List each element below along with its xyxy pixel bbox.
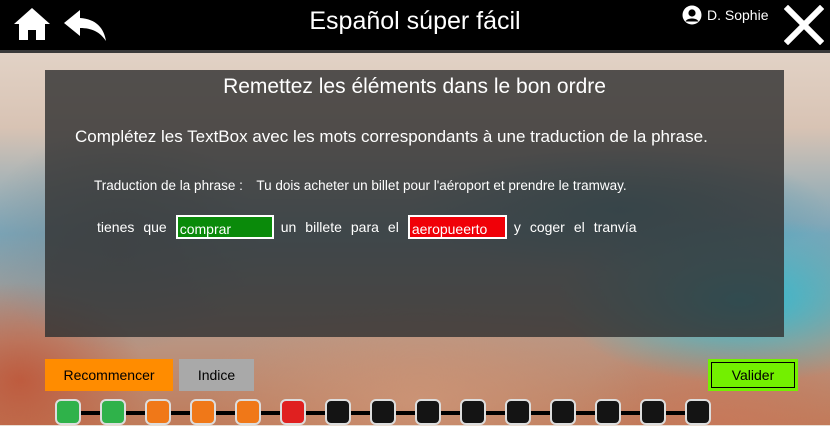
progress-step-pending — [460, 399, 486, 425]
progress-step-pending — [550, 399, 576, 425]
validate-button-label: Valider — [711, 362, 795, 388]
sentence-word: para — [350, 219, 379, 235]
restart-button[interactable]: Recommencer — [45, 359, 173, 391]
progress-step-partial — [235, 399, 261, 425]
sentence-word: y — [513, 219, 521, 235]
answer-input-correct[interactable] — [175, 215, 274, 239]
progress-track — [55, 398, 715, 426]
progress-step-pending — [505, 399, 531, 425]
progress-step-correct — [55, 399, 81, 425]
progress-step-pending — [595, 399, 621, 425]
close-icon[interactable] — [784, 5, 824, 45]
progress-step-correct — [100, 399, 126, 425]
hint-button[interactable]: Indice — [179, 359, 254, 391]
answer-input-incorrect[interactable] — [407, 215, 507, 239]
translation-row: Traduction de la phrase : Tu dois achete… — [94, 178, 627, 193]
user-area: D. Sophie — [682, 5, 768, 25]
instruction-text: Complétez les TextBox avec les mots corr… — [75, 127, 708, 146]
sentence-word: tranvía — [593, 219, 637, 235]
progress-step-partial — [190, 399, 216, 425]
progress-step-pending — [370, 399, 396, 425]
sentence-word: billete — [305, 219, 342, 235]
sentence-word: coger — [529, 219, 565, 235]
progress-step-pending — [325, 399, 351, 425]
sentence-row: tienes que un billete para el y coger el… — [97, 212, 646, 242]
top-bar: Español súper fácil D. Sophie — [0, 0, 830, 53]
progress-step-incorrect — [280, 399, 306, 425]
progress-step-pending — [640, 399, 666, 425]
user-icon — [682, 5, 702, 25]
progress-step-pending — [685, 399, 711, 425]
sentence-word: que — [143, 219, 167, 235]
progress-step-partial — [145, 399, 171, 425]
sentence-word: tienes — [97, 219, 135, 235]
sentence-word: un — [280, 219, 297, 235]
progress-step-pending — [415, 399, 441, 425]
sentence-word: el — [573, 219, 585, 235]
validate-button[interactable]: Valider — [708, 359, 798, 391]
user-name: D. Sophie — [707, 7, 769, 23]
translation-text: Tu dois acheter un billet pour l'aéropor… — [256, 178, 627, 193]
exercise-title: Remettez les éléments dans le bon ordre — [223, 75, 606, 98]
exercise-panel: Remettez les éléments dans le bon ordre … — [45, 70, 784, 337]
sentence-word: el — [387, 219, 399, 235]
translation-label: Traduction de la phrase : — [94, 178, 243, 193]
